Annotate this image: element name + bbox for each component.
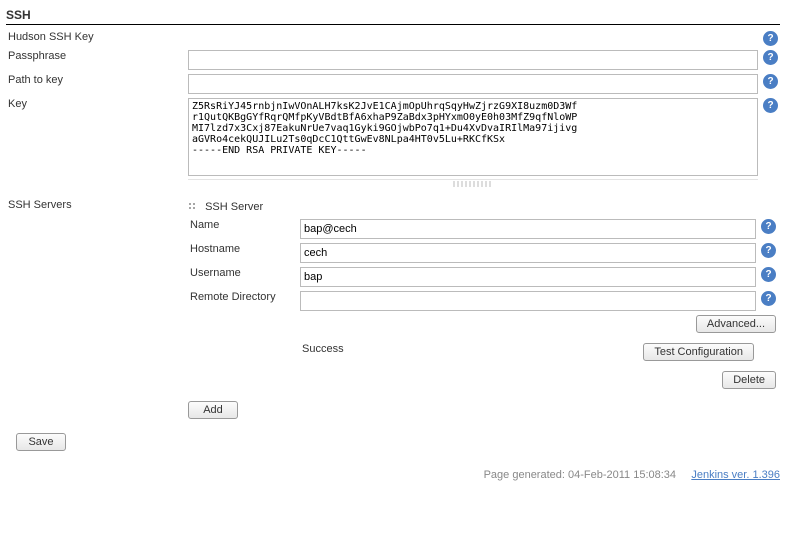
path-to-key-input[interactable]: [188, 74, 758, 94]
passphrase-label: Passphrase: [6, 48, 186, 72]
test-configuration-button[interactable]: Test Configuration: [643, 343, 754, 361]
server-username-label: Username: [188, 265, 298, 289]
help-icon[interactable]: ?: [761, 219, 776, 234]
passphrase-input[interactable]: [188, 50, 758, 70]
server-hostname-label: Hostname: [188, 241, 298, 265]
hudson-ssh-key-label: Hudson SSH Key: [6, 29, 186, 48]
server-name-input[interactable]: [300, 219, 756, 239]
key-label: Key: [6, 96, 186, 189]
help-icon[interactable]: ?: [763, 98, 778, 113]
ssh-servers-label: SSH Servers: [6, 197, 186, 421]
page-generated: Page generated: 04-Feb-2011 15:08:34: [484, 469, 676, 481]
textarea-resize-handle[interactable]: [188, 179, 758, 187]
help-icon[interactable]: ?: [763, 50, 778, 65]
server-remotedir-label: Remote Directory: [188, 289, 298, 313]
jenkins-version-link[interactable]: Jenkins ver. 1.396: [691, 469, 780, 481]
server-hostname-input[interactable]: [300, 243, 756, 263]
help-icon[interactable]: ?: [763, 31, 778, 46]
help-icon[interactable]: ?: [763, 74, 778, 89]
add-button[interactable]: Add: [188, 401, 238, 419]
ssh-server-header: SSH Server: [205, 201, 263, 213]
delete-button[interactable]: Delete: [722, 371, 776, 389]
server-username-input[interactable]: [300, 267, 756, 287]
path-to-key-label: Path to key: [6, 72, 186, 96]
section-title: SSH: [6, 6, 780, 25]
help-icon[interactable]: ?: [761, 267, 776, 282]
test-status: Success: [300, 341, 596, 367]
ssh-server-fields: Name ? Hostname ? Username ?: [188, 217, 778, 395]
ssh-server-block: SSH Server Name ? Hostname ? Username: [188, 199, 778, 395]
help-icon[interactable]: ?: [761, 243, 776, 258]
key-textarea[interactable]: Z5RsRiYJ45rnbjnIwVOnALH7ksK2JvE1CAjmOpUh…: [188, 98, 758, 176]
server-remotedir-input[interactable]: [300, 291, 756, 311]
help-icon[interactable]: ?: [761, 291, 776, 306]
drag-handle-icon[interactable]: [188, 202, 198, 212]
save-button[interactable]: Save: [16, 433, 66, 451]
ssh-form: Hudson SSH Key ? Passphrase ? Path to ke…: [6, 29, 780, 421]
page-footer: Page generated: 04-Feb-2011 15:08:34 Jen…: [6, 469, 780, 481]
server-name-label: Name: [188, 217, 298, 241]
advanced-button[interactable]: Advanced...: [696, 315, 776, 333]
